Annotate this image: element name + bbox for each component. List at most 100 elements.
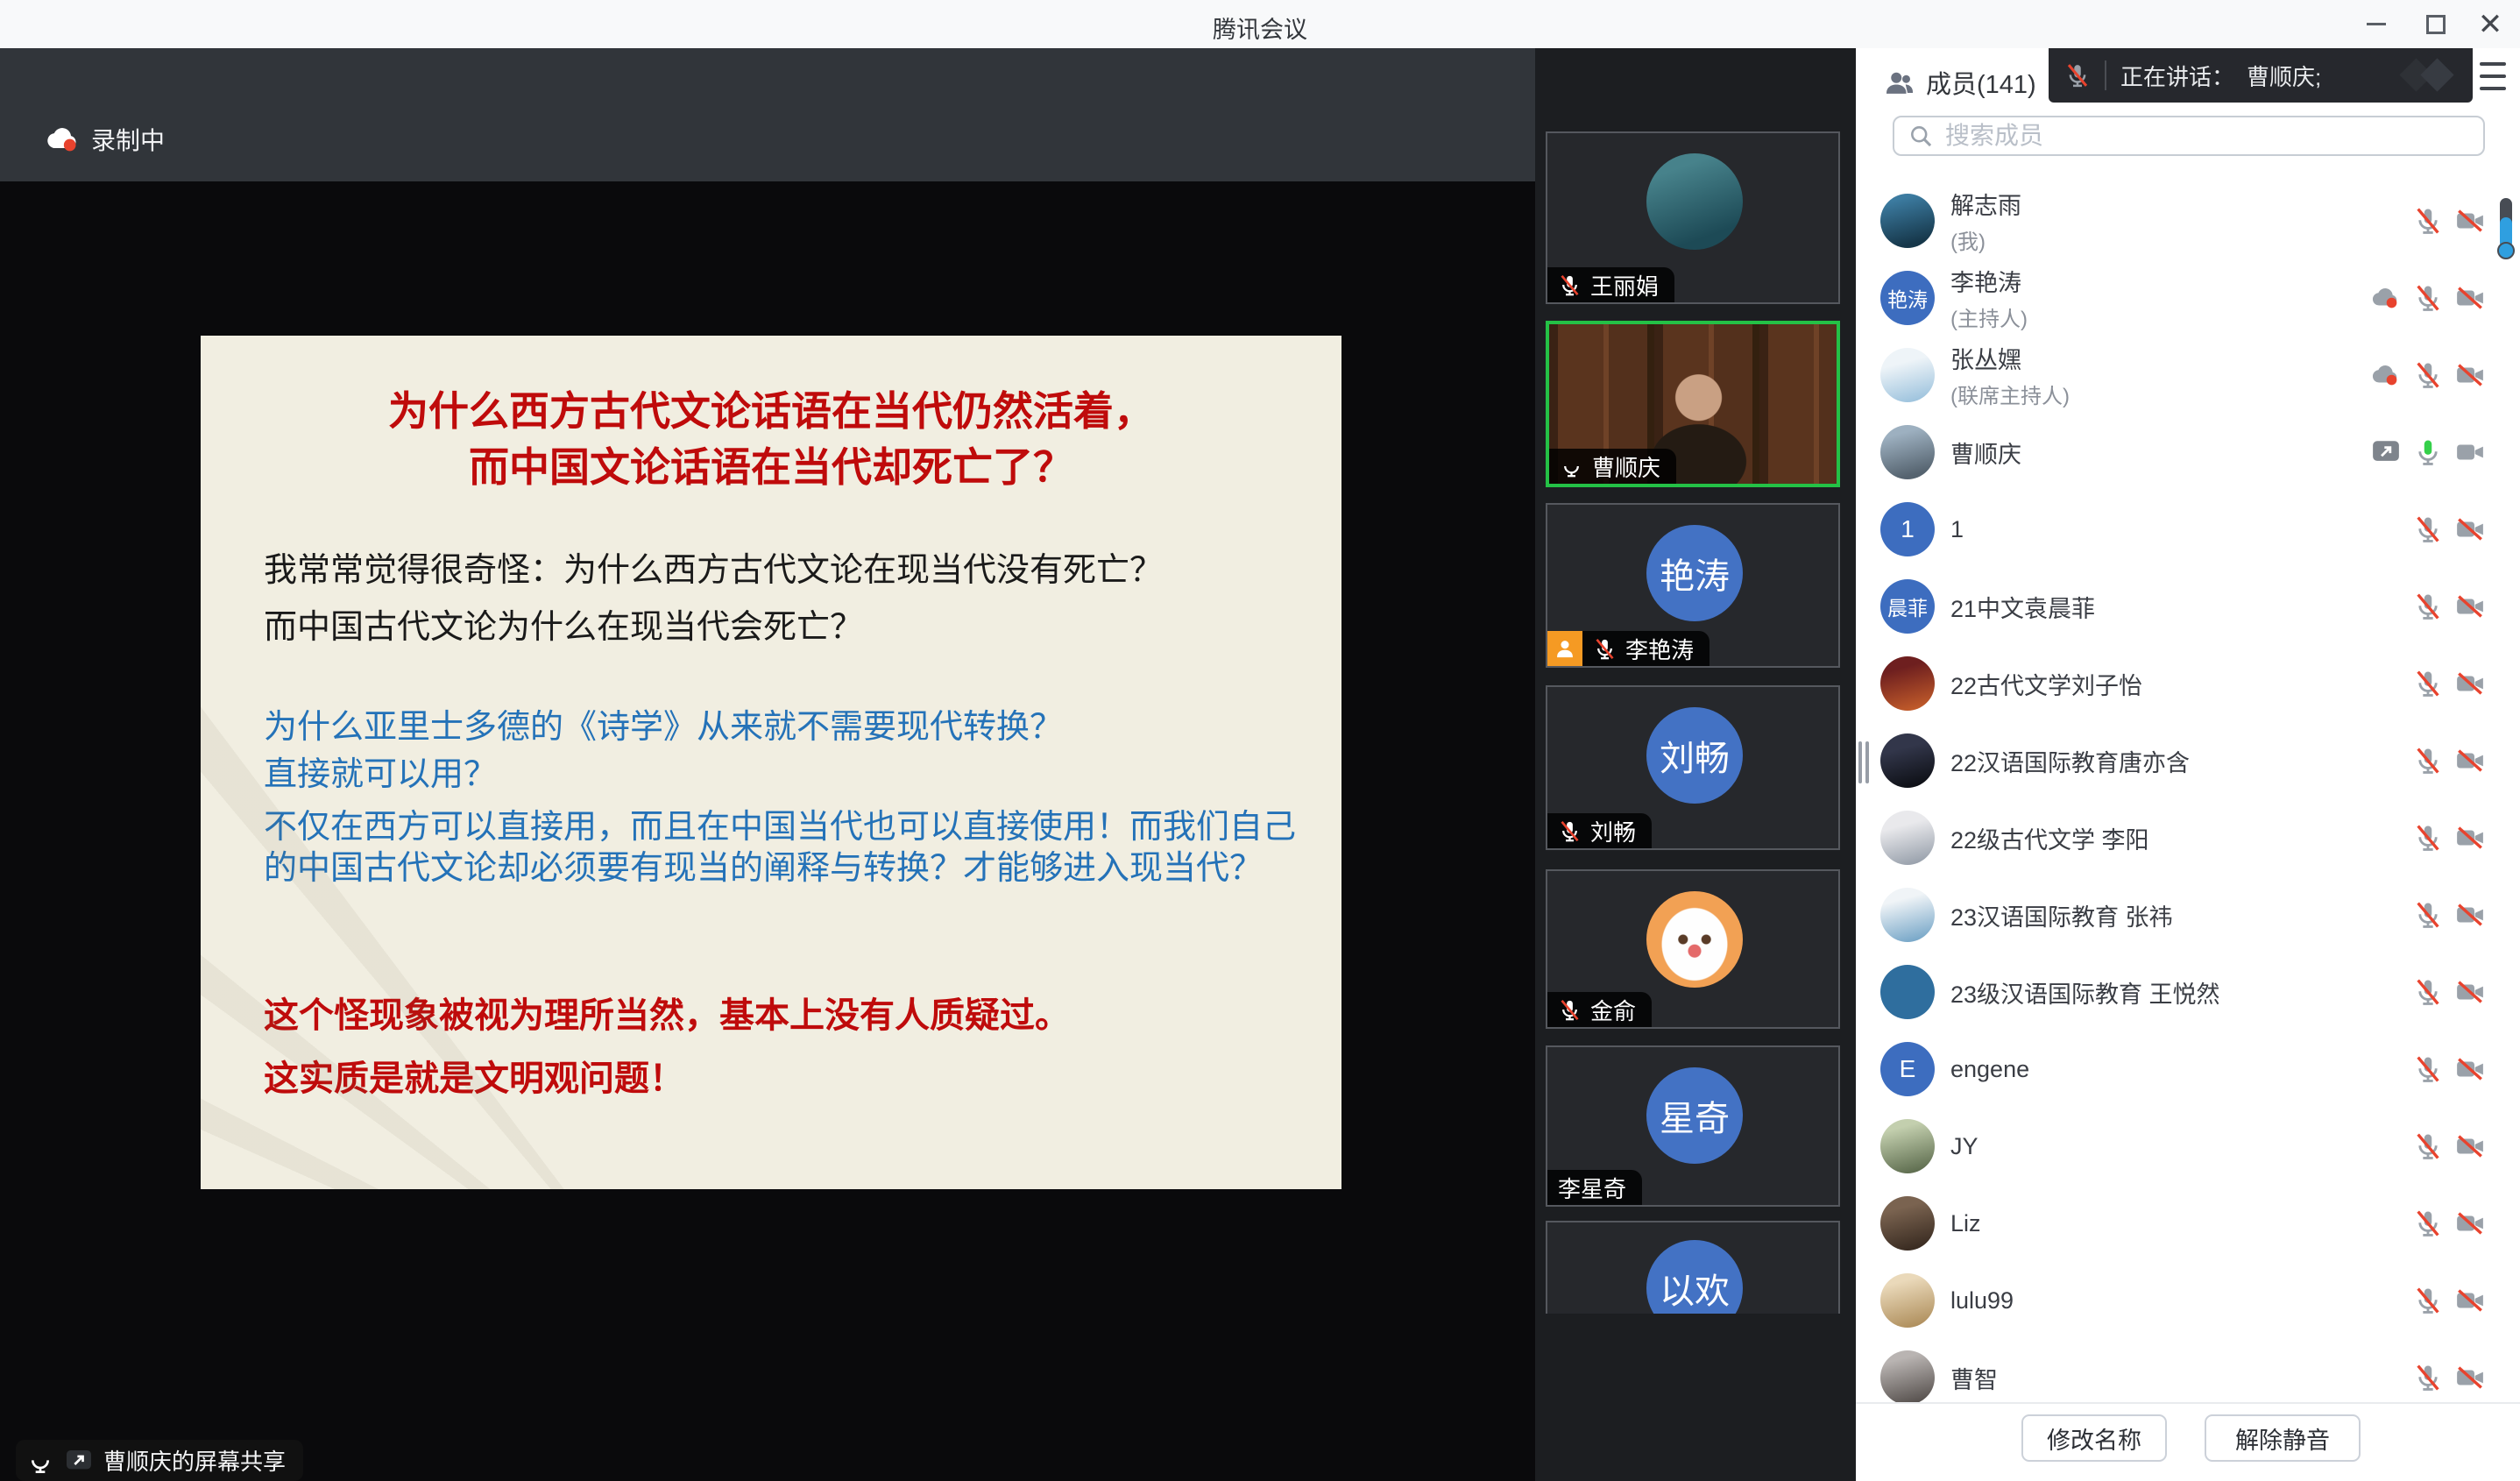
members-panel: 成员(141) 正在讲话： 曹顺庆; 解志雨(我) 艳涛 李艳涛(主持人) [1856, 48, 2520, 1481]
member-row[interactable]: E engene [1856, 1031, 2520, 1108]
avatar [1880, 656, 1935, 711]
avatar: E [1880, 1042, 1935, 1096]
video-tile-column: 王丽娟 曹顺庆 艳涛 李艳涛 刘畅 刘畅 金俞 星奇 李星奇 以欢 [1535, 48, 1856, 1481]
member-row[interactable]: 艳涛 李艳涛(主持人) [1856, 259, 2520, 337]
mic-muted-icon [2413, 1363, 2443, 1392]
camera-off-icon [2455, 977, 2485, 1007]
screen-share-icon [2371, 437, 2401, 467]
slide-red-line2: 这实质是就是文明观问题！ [264, 1047, 1306, 1110]
unmute-button[interactable]: 解除静音 [2205, 1414, 2361, 1462]
camera-off-icon [2455, 669, 2485, 698]
member-name: 1 [1950, 516, 2413, 543]
member-row[interactable]: lulu99 [1856, 1262, 2520, 1339]
member-name: 张丛嫼 [1950, 341, 2371, 375]
video-tile[interactable]: 艳涛 李艳涛 [1546, 503, 1840, 668]
mic-muted-icon [2413, 823, 2443, 853]
avatar [1880, 888, 1935, 942]
cloud-record-icon [2371, 283, 2401, 313]
mic-muted-icon [1558, 819, 1582, 843]
speaking-label: 正在讲话： [2120, 60, 2234, 92]
slide-black-line2: 而中国古代文论为什么在现当代会死亡？ [264, 599, 1306, 656]
people-icon [1884, 67, 1915, 98]
member-name: 22级古代文学 李阳 [1950, 821, 2413, 855]
camera-off-icon [2455, 283, 2485, 313]
member-row[interactable]: Liz [1856, 1185, 2520, 1262]
member-role: (联席主持人) [1950, 379, 2371, 409]
video-tile[interactable]: 王丽娟 [1546, 131, 1840, 304]
rename-button[interactable]: 修改名称 [2021, 1414, 2167, 1462]
avatar [1880, 348, 1935, 402]
member-row[interactable]: JY [1856, 1108, 2520, 1185]
member-row[interactable]: 曹智 [1856, 1339, 2520, 1402]
avatar [1880, 1350, 1935, 1402]
slide-blue-paragraph: 为什么亚里士多德的《诗学》从来就不需要现代转换？ 直接就可以用？ 不仅在西方可以… [264, 707, 1306, 889]
recording-label: 录制中 [91, 122, 165, 157]
drag-handle-icon[interactable] [1858, 741, 1869, 783]
member-row[interactable]: 22古代文学刘子怡 [1856, 645, 2520, 722]
video-tile-active-speaker[interactable]: 曹顺庆 [1546, 321, 1840, 487]
member-row[interactable]: 1 1 [1856, 491, 2520, 568]
shared-screen-topbar [0, 48, 1535, 181]
presentation-slide: 为什么西方古代文论话语在当代仍然活着， 而中国文论话语在当代却死亡了？ 我常常觉… [201, 336, 1341, 1189]
avatar: 艳涛 [1646, 525, 1743, 621]
camera-off-icon [2455, 1131, 2485, 1161]
mic-muted-icon [2413, 283, 2443, 313]
member-row[interactable]: 解志雨(我) [1856, 182, 2520, 259]
mic-muted-icon [2413, 977, 2443, 1007]
member-name: Liz [1950, 1210, 2413, 1237]
member-row[interactable]: 22级古代文学 李阳 [1856, 799, 2520, 876]
member-row[interactable]: 23级汉语国际教育 王悦然 [1856, 953, 2520, 1031]
minimize-button[interactable] [2350, 0, 2403, 48]
scrollbar-thumb-dot [2497, 242, 2515, 259]
member-row[interactable]: 22汉语国际教育唐亦含 [1856, 722, 2520, 799]
avatar [1880, 733, 1935, 788]
close-button[interactable]: ✕ [2464, 0, 2516, 48]
mic-muted-icon [1558, 273, 1582, 297]
video-tile[interactable]: 金俞 [1546, 869, 1840, 1029]
speaking-names: 曹顺庆; [2247, 60, 2321, 92]
member-name: 23汉语国际教育 张祎 [1950, 898, 2413, 932]
member-row[interactable]: 张丛嫼 (联席主持人) [1856, 337, 2520, 414]
video-tile[interactable]: 刘畅 刘畅 [1546, 685, 1840, 850]
mic-muted-icon [2413, 900, 2443, 930]
member-list-scrollbar[interactable] [2497, 198, 2515, 263]
camera-on-icon [2455, 437, 2485, 467]
members-panel-footer: 修改名称 解除静音 [1856, 1402, 2520, 1481]
avatar [1880, 1196, 1935, 1251]
screen-share-icon [65, 1447, 93, 1475]
members-panel-header: 成员(141) [1884, 64, 2036, 101]
search-input[interactable] [1943, 121, 2483, 151]
screen-share-view: 录制中 为什么西方古代文论话语在当代仍然活着， 而中国文论话语在当代却死亡了？ … [0, 48, 1535, 1481]
mic-muted-icon [2413, 592, 2443, 621]
restore-button[interactable] [2410, 0, 2462, 48]
video-tile[interactable]: 以欢 [1546, 1221, 1840, 1314]
mic-muted-icon [2413, 1286, 2443, 1315]
avatar [1880, 811, 1935, 865]
mic-live-icon [2413, 437, 2443, 467]
avatar [1880, 965, 1935, 1019]
mic-muted-icon [1593, 637, 1617, 661]
slide-red-paragraph: 这个怪现象被视为理所当然，基本上没有人质疑过。 这实质是就是文明观问题！ [264, 984, 1306, 1110]
camera-off-icon [2455, 823, 2485, 853]
avatar: 刘畅 [1646, 707, 1743, 804]
member-row[interactable]: 晨菲 21中文袁晨菲 [1856, 568, 2520, 645]
member-row[interactable]: 曹顺庆 [1856, 414, 2520, 491]
member-name: 22古代文学刘子怡 [1950, 667, 2413, 701]
video-tile[interactable]: 星奇 李星奇 [1546, 1045, 1840, 1207]
avatar [1646, 153, 1743, 250]
participant-name: 刘畅 [1590, 815, 1636, 847]
slide-title: 为什么西方古代文论话语在当代仍然活着， 而中国文论话语在当代却死亡了？ [201, 383, 1341, 495]
mic-live-icon [26, 1447, 54, 1475]
cloud-record-icon [2371, 360, 2401, 390]
meeting-logo-watermark [2399, 58, 2460, 93]
member-name: engene [1950, 1056, 2413, 1083]
members-count-title: 成员(141) [1926, 64, 2036, 101]
window-titlebar: 腾讯会议 ✕ [0, 0, 2520, 48]
menu-icon[interactable] [2480, 62, 2506, 90]
screen-share-label: 曹顺庆的屏幕共享 [103, 1444, 286, 1477]
avatar [1880, 1273, 1935, 1328]
window-title: 腾讯会议 [0, 11, 2520, 45]
camera-off-icon [2455, 206, 2485, 236]
slide-title-line1: 为什么西方古代文论话语在当代仍然活着， [201, 383, 1341, 439]
member-row[interactable]: 23汉语国际教育 张祎 [1856, 876, 2520, 953]
